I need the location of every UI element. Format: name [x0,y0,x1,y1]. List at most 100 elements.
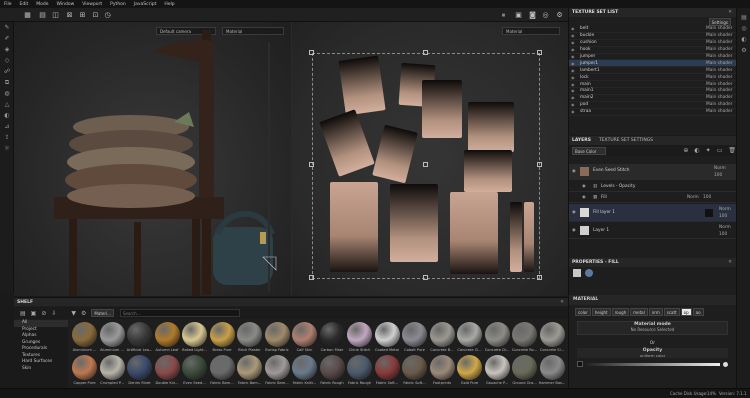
uv-icon[interactable]: ⊠ [64,10,75,20]
resize-handle[interactable] [309,275,314,280]
material-thumbnail[interactable] [319,322,345,347]
material-thumbnail[interactable] [292,355,317,380]
menu-file[interactable]: File [0,2,16,7]
filter-chip[interactable]: Materi... [91,309,114,317]
resize-handle[interactable] [423,275,428,280]
shader-dropdown[interactable]: Main shader [706,47,736,52]
effect-row[interactable]: ◉ ▦ Fill Norm 100 [569,192,737,203]
geometry-mask-icon[interactable]: ◇ [0,55,14,66]
resize-handle[interactable] [537,162,542,167]
resize-handle[interactable] [537,50,542,55]
blend-mode[interactable]: Norm [687,195,699,200]
transform-icon[interactable]: ⊡ [90,10,101,20]
camera-icon[interactable]: ◙ [527,10,538,20]
shader-dropdown[interactable]: Main shader [706,109,736,114]
shader-dropdown[interactable]: Main shader [706,61,736,66]
settings-button[interactable]: Settings [708,17,731,26]
material-thumbnail[interactable] [182,355,207,380]
shader-dropdown[interactable]: Main shader [706,26,736,31]
shader-dropdown[interactable]: Main shader [706,88,736,93]
visibility-icon[interactable]: ◉ [582,195,586,200]
texture-set-row[interactable]: ◉ cushion Main shader [569,40,736,47]
material-thumbnail[interactable] [264,355,290,380]
texture-set-row[interactable]: ◉ straa Main shader [569,109,736,116]
3d-viewport[interactable]: Default camera Material [14,22,291,296]
record-icon[interactable]: ▣ [513,10,524,20]
add-mask-icon[interactable]: ◐ [694,147,699,154]
color-picker-icon[interactable]: ◍ [0,88,14,99]
material-thumbnail[interactable] [319,355,345,380]
texture-set-row[interactable]: ◉ jumper Main shader [569,54,736,61]
material-thumbnail[interactable] [429,355,455,380]
material-thumbnail[interactable] [512,322,537,347]
chip-nrm[interactable]: nrm [648,308,663,316]
material-thumbnail[interactable] [127,355,152,380]
effect-opacity[interactable]: 100 [703,195,711,200]
texture-set-row[interactable]: ◉ main Main shader [569,81,736,89]
split-view-icon[interactable]: ◫ [50,10,61,20]
symmetry-icon[interactable]: ⊞ [77,10,88,20]
material-thumbnail[interactable] [127,322,152,347]
texture-set-row[interactable]: ◉ hook Main shader [569,47,736,54]
material-thumbnail[interactable] [484,322,510,347]
grid-icon[interactable]: ▦ [22,10,33,20]
menu-window[interactable]: Window [53,2,79,7]
material-thumbnail[interactable] [182,322,207,347]
blend-mode[interactable]: Norm [719,225,731,230]
category-skin[interactable]: Skin [14,366,68,373]
shader-dropdown[interactable]: Main shader [706,102,736,107]
channel-dropdown[interactable]: Base Color [572,146,607,155]
opacity-slider[interactable] [586,362,720,366]
texture-set-row[interactable]: ◉ lock Main shader [569,74,736,82]
filter-icon[interactable]: ▼ [71,310,76,317]
chip-metal[interactable]: metal [630,308,648,316]
layer-row[interactable]: ◉ Even Seed Stitch Norm 100 [569,164,737,180]
blend-mode[interactable]: Norm [719,207,731,212]
search-input[interactable]: Search... [119,309,240,317]
texture-set-row[interactable]: ◉ main2 Main shader [569,95,736,102]
blend-mode[interactable]: Norm [714,166,726,171]
material-thumbnail[interactable] [347,355,372,380]
settings-dock-icon[interactable]: ⚙ [737,45,750,56]
delete-icon[interactable]: 🗑 [728,147,736,154]
material-thumbnail[interactable] [154,322,180,347]
material-thumbnail[interactable] [457,355,482,380]
material-thumbnail[interactable] [429,322,455,347]
resize-handle[interactable] [309,162,314,167]
visibility-icon[interactable]: ◉ [572,210,576,215]
clone-icon[interactable]: ⧉ [0,77,14,88]
resize-handle[interactable] [423,162,428,167]
material-thumbnail[interactable] [154,355,180,380]
screenshot-icon[interactable]: ◎ [540,10,551,20]
chip-color[interactable]: color [575,308,591,316]
menu-mode[interactable]: Mode [32,2,52,7]
close-icon[interactable]: ✕ [560,300,564,305]
texture-set-row[interactable]: ◉ main1 Main shader [569,88,736,95]
material-thumbnail[interactable] [237,355,262,380]
shader-dropdown[interactable]: Main shader [706,82,736,87]
material-thumbnail[interactable] [374,355,400,380]
menu-javascript[interactable]: JavaScript [130,2,161,7]
material-thumbnail[interactable] [374,322,400,347]
material-thumbnail[interactable] [99,322,125,347]
layer-opacity[interactable]: 100 [714,173,722,178]
material-thumbnail[interactable] [237,322,262,347]
history-icon[interactable]: ◷ [102,10,113,20]
material-thumbnail[interactable] [99,355,125,380]
texture-set-row[interactable]: ◉ lambert1 Main shader [569,67,736,75]
add-layer-icon[interactable]: ⊕ [683,147,688,154]
properties-dock-icon[interactable]: ◎ [737,23,750,34]
smudge-icon[interactable]: ☍ [0,66,14,77]
shelf-import-icon[interactable]: ⇩ [51,310,56,317]
pause-icon[interactable]: ⏸ [498,10,509,20]
color-swatch[interactable] [577,361,583,367]
chip-op[interactable]: op [680,308,692,316]
display-dock-icon[interactable]: ◐ [737,34,750,45]
uv-mode-dropdown[interactable]: Material [502,27,560,35]
texture-set-row[interactable]: ◉ buckle Main shader [569,33,736,40]
visibility-icon[interactable]: ◉ [572,169,576,174]
material-thumbnail[interactable] [292,322,317,347]
material-thumbnail[interactable] [72,355,97,380]
menu-viewport[interactable]: Viewport [78,2,106,7]
layer-opacity[interactable]: 100 [719,232,727,237]
